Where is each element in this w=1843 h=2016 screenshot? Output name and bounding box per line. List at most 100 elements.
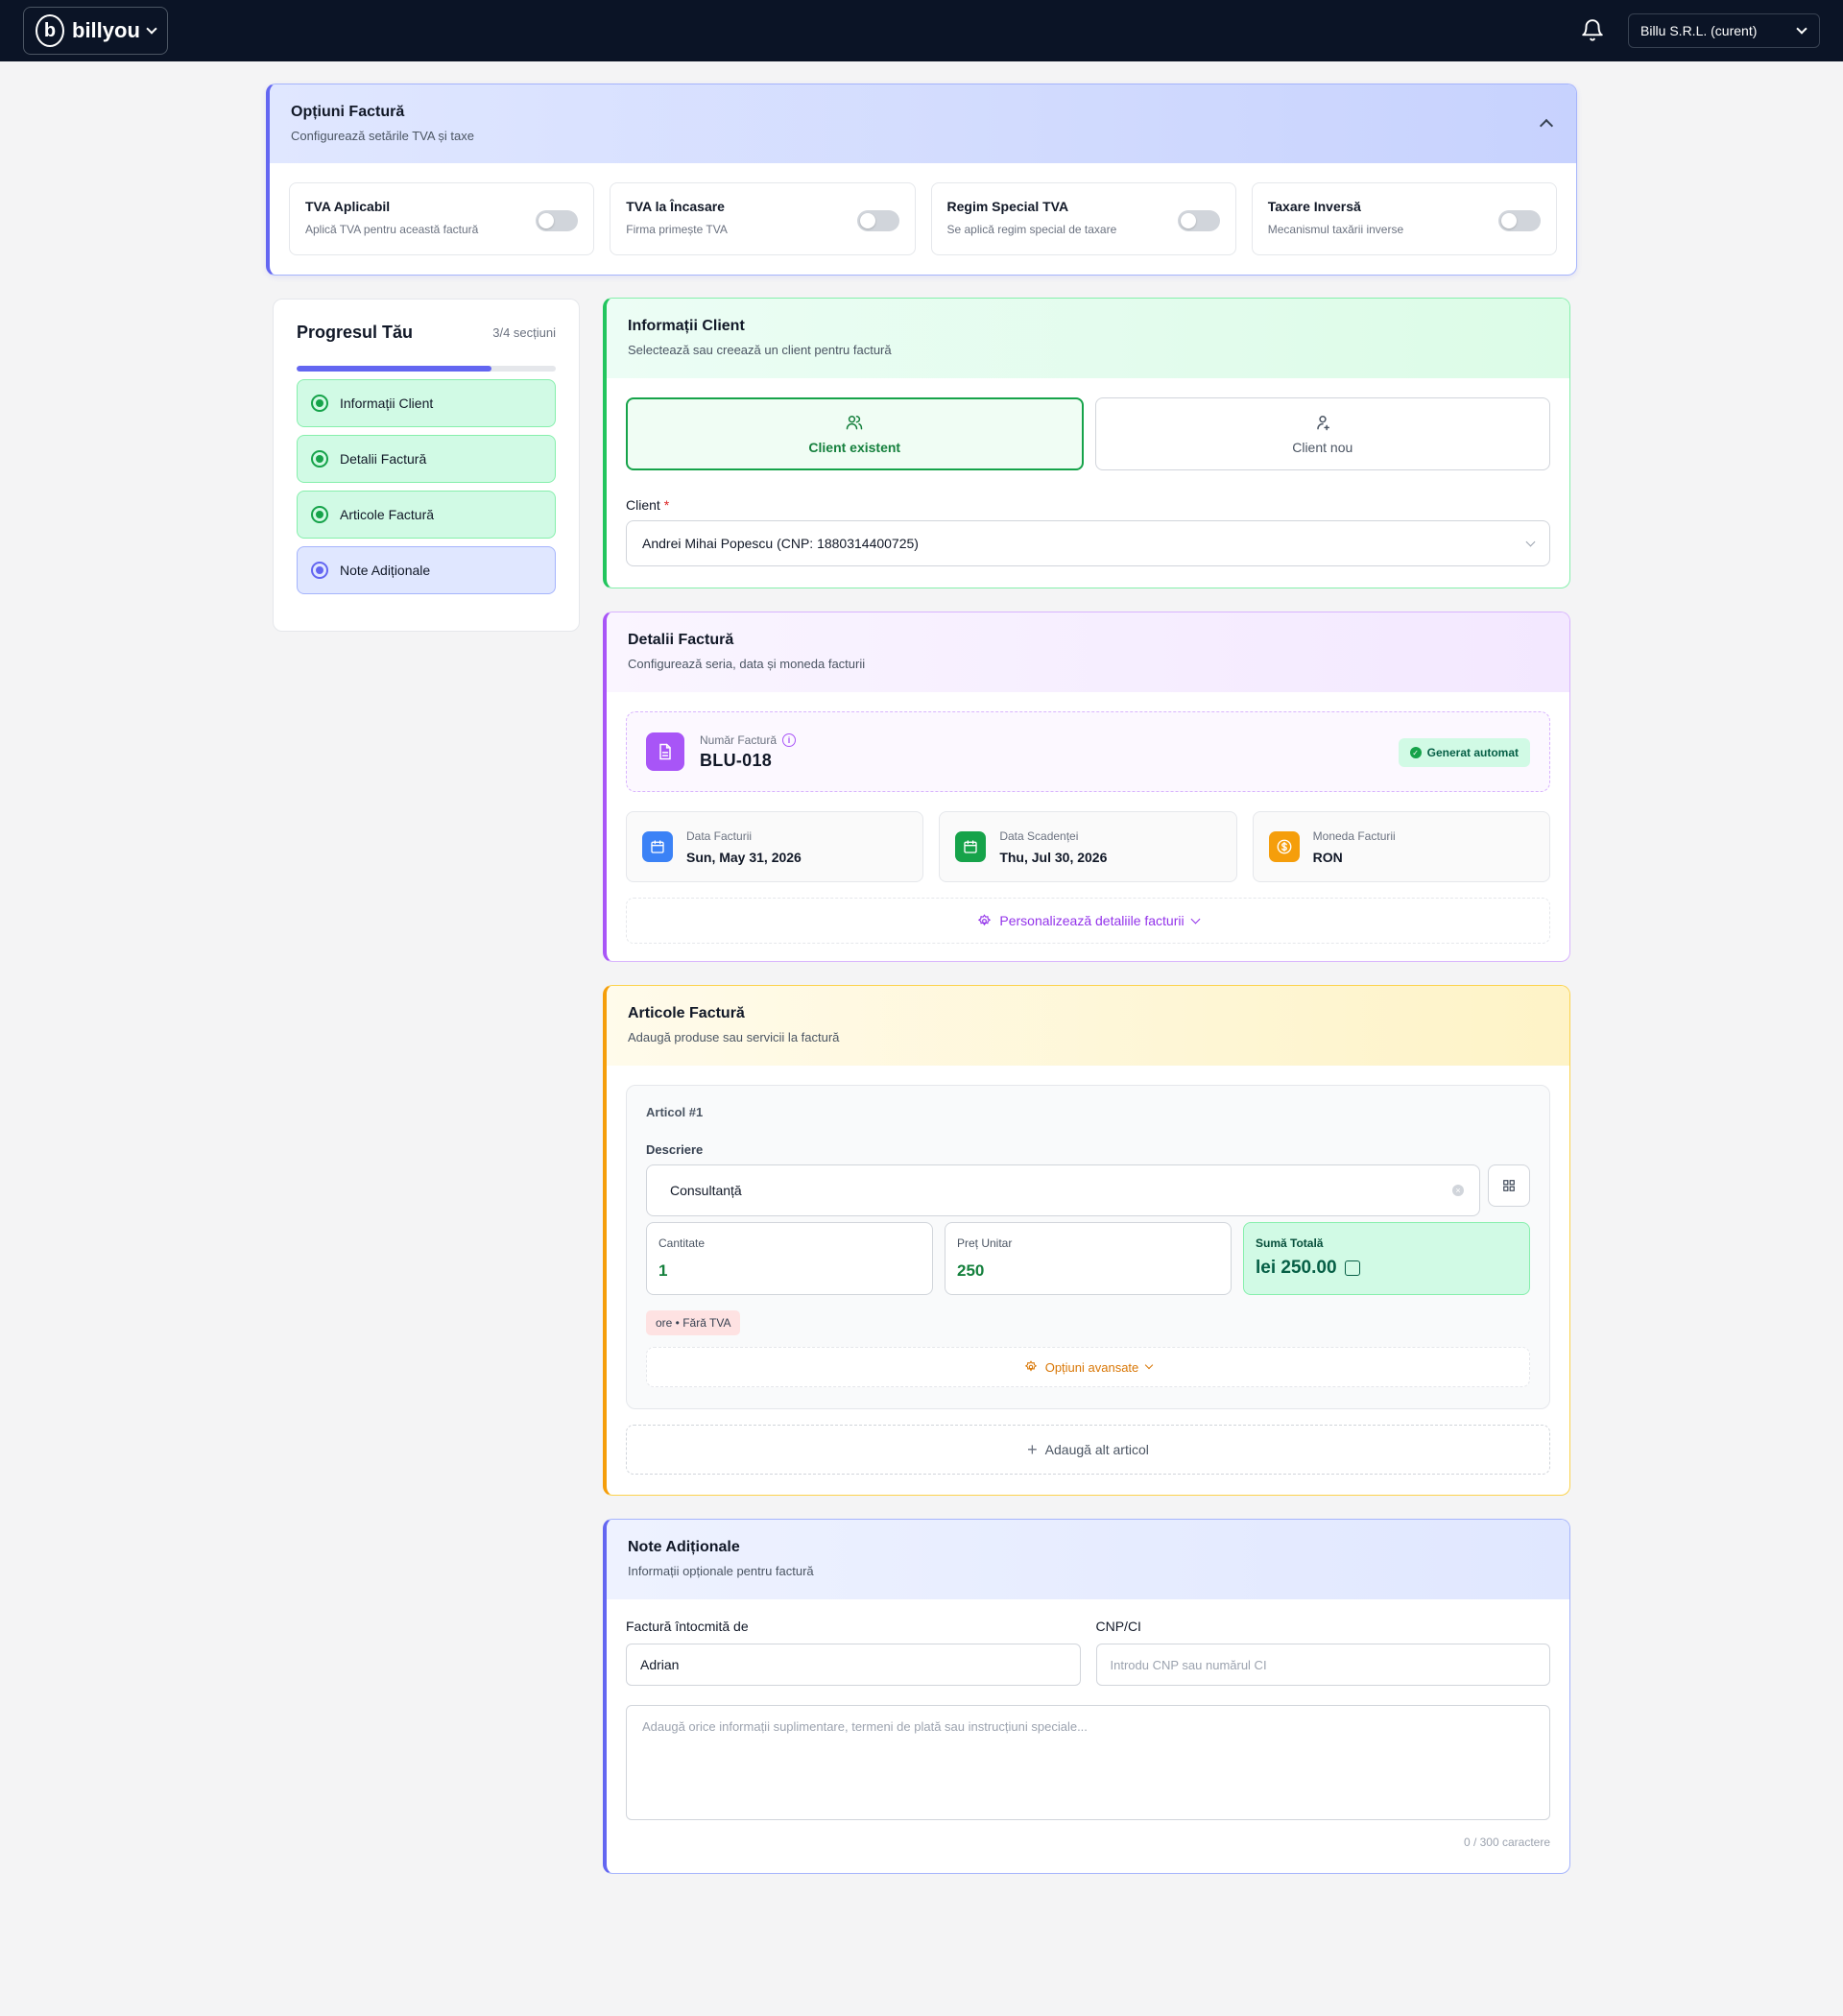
brand-logo-icon: b (36, 14, 64, 47)
chevron-down-icon (1796, 23, 1807, 35)
issued-by-input[interactable]: Adrian (626, 1644, 1081, 1686)
option-title: TVA Aplicabil (305, 199, 391, 214)
description-value: Consultanță (670, 1183, 742, 1198)
invoice-date-picker[interactable]: Data Facturii Sun, May 31, 2026 (626, 811, 924, 882)
client-select[interactable]: Andrei Mihai Popescu (CNP: 1880314400725… (626, 520, 1550, 566)
reverse-charge-toggle[interactable] (1498, 210, 1541, 231)
gear-icon (1024, 1360, 1037, 1372)
top-bar: b billyou Billu S.R.L. (curent) (0, 0, 1843, 61)
chevron-down-icon (146, 23, 157, 35)
due-date-label: Data Scadenței (999, 828, 1079, 843)
due-date-picker[interactable]: Data Scadenței Thu, Jul 30, 2026 (939, 811, 1237, 882)
plus-icon: + (1027, 1439, 1038, 1459)
vat-applicable-toggle[interactable] (536, 210, 579, 231)
character-counter: 0 / 300 caractere (1463, 1836, 1550, 1849)
section-title: Detalii Factură (628, 632, 734, 648)
progress-title: Progresul Tău (297, 323, 414, 342)
brand-menu-button[interactable]: b billyou (23, 7, 168, 55)
client-label-text: Client (626, 497, 660, 513)
required-marker: * (663, 497, 670, 513)
client-select-value: Andrei Mihai Popescu (CNP: 1880314400725… (642, 536, 919, 551)
cnp-input[interactable]: Introdu CNP sau numărul CI (1095, 1644, 1550, 1686)
progress-step-items[interactable]: Articole Factură (297, 491, 556, 539)
invoice-number-label: Număr Factură (700, 732, 778, 747)
existing-client-button[interactable]: Client existent (626, 397, 1084, 470)
section-subtitle: Informații opționale pentru factură (628, 1564, 814, 1578)
step-complete-icon (311, 450, 328, 468)
customize-details-button[interactable]: Personalizează detaliile facturii (626, 898, 1550, 944)
add-item-label: Adaugă alt articol (1044, 1442, 1149, 1457)
step-label: Note Adiționale (340, 563, 431, 578)
new-client-button[interactable]: Client nou (1094, 397, 1550, 470)
currency-select[interactable]: Moneda Facturii RON (1252, 811, 1550, 882)
item-card: Articol #1 Descriere Consultanță × Canti… (626, 1085, 1550, 1409)
grid-icon (1503, 1180, 1515, 1191)
add-item-button[interactable]: + Adaugă alt articol (626, 1425, 1550, 1475)
section-subtitle: Configurează seria, data și moneda factu… (628, 657, 866, 671)
section-title: Note Adiționale (628, 1539, 740, 1555)
currency-label: Moneda Facturii (1312, 828, 1396, 843)
new-client-label: Client nou (1292, 440, 1353, 455)
description-input[interactable]: Consultanță × (646, 1164, 1480, 1216)
invoice-date-value: Sun, May 31, 2026 (686, 849, 802, 865)
bell-icon[interactable] (1580, 18, 1605, 43)
progress-bar (297, 366, 556, 372)
step-label: Detalii Factură (340, 451, 427, 467)
advanced-options-button[interactable]: Opțiuni avansate (646, 1347, 1530, 1387)
chevron-down-icon (1190, 914, 1201, 924)
additional-notes-section: Note Adiționale Informații opționale pen… (603, 1519, 1570, 1874)
step-label: Articole Factură (340, 507, 435, 522)
quantity-input[interactable]: Cantitate 1 (646, 1222, 933, 1295)
invoice-options-title: Opțiuni Factură (291, 104, 405, 120)
unit-price-label: Preț Unitar (957, 1236, 1013, 1250)
company-selector[interactable]: Billu S.R.L. (curent) (1628, 13, 1820, 48)
total-amount-label: Sumă Totală (1256, 1236, 1324, 1250)
total-amount-box: Sumă Totală lei 250.00 (1243, 1222, 1530, 1295)
auto-generated-badge: ✓ Generat automat (1398, 738, 1530, 767)
cnp-label: CNP/CI (1095, 1619, 1141, 1634)
notes-placeholder: Adaugă orice informații suplimentare, te… (642, 1719, 1088, 1734)
clear-icon[interactable]: × (1452, 1185, 1464, 1196)
issued-by-label: Factură întocmită de (626, 1619, 749, 1634)
product-catalog-button[interactable] (1488, 1164, 1530, 1207)
section-subtitle: Selectează sau creează un client pentru … (628, 343, 892, 357)
progress-step-details[interactable]: Detalii Factură (297, 435, 556, 483)
progress-count: 3/4 secțiuni (492, 325, 556, 340)
calendar-icon (955, 831, 987, 862)
calculator-icon (1344, 1260, 1360, 1276)
special-vat-regime-toggle[interactable] (1177, 210, 1220, 231)
step-complete-icon (311, 395, 328, 412)
check-circle-icon: ✓ (1409, 747, 1422, 758)
invoice-options-card: Opțiuni Factură Configurează setările TV… (266, 84, 1577, 276)
progress-step-client[interactable]: Informații Client (297, 379, 556, 427)
vat-on-collection-toggle[interactable] (856, 210, 899, 231)
step-label: Informații Client (340, 396, 434, 411)
step-active-icon (311, 562, 328, 579)
vat-applicable-option: TVA Aplicabil Aplică TVA pentru această … (289, 182, 595, 255)
info-icon[interactable]: i (782, 732, 797, 747)
vat-on-collection-option: TVA la Încasare Firma primește TVA (610, 182, 916, 255)
calendar-icon (642, 831, 673, 862)
description-label: Descriere (646, 1142, 704, 1157)
invoice-options-header[interactable]: Opțiuni Factură Configurează setările TV… (270, 84, 1576, 163)
notes-textarea[interactable]: Adaugă orice informații suplimentare, te… (626, 1705, 1550, 1820)
progress-card: Progresul Tău 3/4 secțiuni Informații Cl… (273, 299, 580, 632)
user-plus-icon (1317, 416, 1329, 431)
option-title: Taxare Inversă (1267, 199, 1361, 214)
invoice-date-label: Data Facturii (686, 828, 753, 843)
step-complete-icon (311, 506, 328, 523)
section-title: Articole Factură (628, 1005, 745, 1021)
invoice-number-value: BLU-018 (700, 750, 773, 770)
document-icon (646, 732, 684, 771)
unit-price-input[interactable]: Preț Unitar 250 (945, 1222, 1232, 1295)
total-amount-value: lei 250.00 (1256, 1258, 1337, 1278)
existing-client-label: Client existent (808, 440, 901, 455)
chevron-down-icon (1145, 1360, 1154, 1370)
chevron-down-icon (1525, 537, 1536, 546)
invoice-number-box: Număr Factură i BLU-018 ✓ Generat automat (626, 711, 1550, 792)
option-title: TVA la Încasare (626, 199, 725, 214)
progress-step-notes[interactable]: Note Adiționale (297, 546, 556, 594)
special-vat-regime-option: Regim Special TVA Se aplică regim specia… (930, 182, 1236, 255)
cnp-placeholder: Introdu CNP sau numărul CI (1110, 1657, 1267, 1672)
customize-label: Personalizează detaliile facturii (999, 913, 1185, 928)
